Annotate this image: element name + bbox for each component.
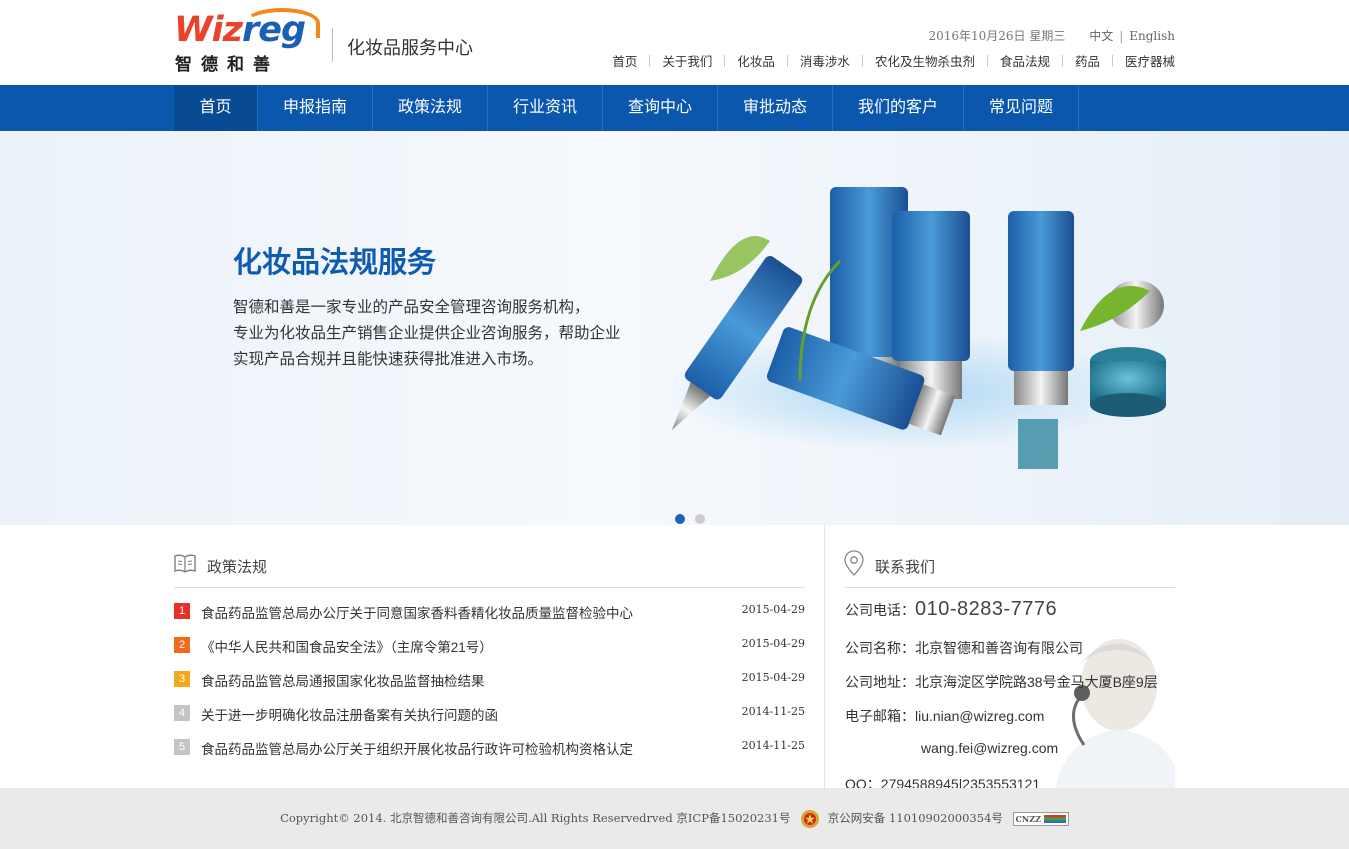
rank-badge: 1 bbox=[174, 603, 190, 619]
rank-badge: 3 bbox=[174, 671, 190, 687]
nav-our-clients[interactable]: 我们的客户 bbox=[833, 85, 964, 131]
banner-line: 实现产品合规并且能快速获得批准进入市场。 bbox=[233, 351, 544, 368]
divider bbox=[1111, 55, 1113, 67]
nav-approval-updates[interactable]: 审批动态 bbox=[718, 85, 833, 131]
cnzz-stats-badge[interactable]: CNZZ bbox=[1012, 812, 1069, 826]
news-title[interactable]: 食品药品监管总局通报国家化妆品监督抽检结果 bbox=[201, 670, 485, 690]
logo-chinese-name: 智德和善 bbox=[175, 55, 279, 74]
police-record-text[interactable]: 京公网安备 11010902000354号 bbox=[828, 811, 1003, 825]
logo-wordmark: Wizreg bbox=[174, 10, 306, 50]
carousel-pager bbox=[675, 511, 715, 525]
news-title[interactable]: 食品药品监管总局办公厅关于组织开展化妆品行政许可检验机构资格认定 bbox=[201, 738, 633, 758]
carousel-dot-1[interactable] bbox=[675, 514, 685, 524]
banner-title: 化妆品法规服务 bbox=[233, 247, 437, 279]
location-pin-icon bbox=[844, 550, 864, 576]
news-title[interactable]: 关于进一步明确化妆品注册备案有关执行问题的函 bbox=[201, 704, 498, 724]
book-icon bbox=[174, 554, 196, 573]
nav-faq[interactable]: 常见问题 bbox=[964, 85, 1079, 131]
rank-badge: 2 bbox=[174, 637, 190, 653]
rank-badge: 5 bbox=[174, 739, 190, 755]
main-nav: 首页 申报指南 政策法规 行业资讯 查询中心 审批动态 我们的客户 常见问题 bbox=[0, 85, 1349, 131]
section-header: 政策法规 bbox=[174, 525, 805, 588]
contact-qq: QQ：2794588945|2353553121 bbox=[845, 776, 1041, 788]
subnav-about[interactable]: 关于我们 bbox=[662, 55, 712, 69]
banner-line: 智德和善是一家专业的产品安全管理咨询服务机构， bbox=[233, 299, 590, 316]
section-title: 政策法规 bbox=[207, 559, 268, 576]
contact-section: 联系我们 公司电话：010-8283-7776 公司名称：北京智德和善咨询有限公… bbox=[844, 525, 1175, 788]
subnav-home[interactable]: 首页 bbox=[612, 55, 637, 69]
divider bbox=[986, 55, 988, 67]
lang-chinese-link[interactable]: 中文 bbox=[1089, 29, 1113, 43]
banner-line: 专业为化妆品生产销售企业提供企业咨询服务，帮助企业 bbox=[233, 325, 621, 342]
subnav-food-regulations[interactable]: 食品法规 bbox=[1000, 55, 1050, 69]
nav-policies[interactable]: 政策法规 bbox=[373, 85, 488, 131]
copyright-text: Copyright© 2014. 北京智德和善咨询有限公司.All Rights… bbox=[280, 811, 791, 825]
subnav-cosmetics[interactable]: 化妆品 bbox=[737, 55, 775, 69]
nav-home[interactable]: 首页 bbox=[174, 85, 258, 131]
header: Wizreg 智德和善 化妆品服务中心 2016年10月26日 星期三 中文 | E… bbox=[0, 0, 1349, 85]
contact-address: 公司地址：北京海淀区学院路38号金马大厦B座9层 bbox=[845, 674, 1158, 690]
contact-email-2[interactable]: wang.fei@wizreg.com bbox=[921, 740, 1058, 756]
news-title[interactable]: 《中华人民共和国食品安全法》（主席令第21号） bbox=[201, 636, 493, 656]
news-date: 2014-11-25 bbox=[741, 739, 805, 752]
current-date: 2016年10月26日 星期三 bbox=[928, 29, 1066, 43]
lang-english-link[interactable]: English bbox=[1129, 29, 1175, 43]
divider bbox=[1061, 55, 1063, 67]
divider bbox=[724, 55, 726, 67]
subnav-drugs[interactable]: 药品 bbox=[1075, 55, 1100, 69]
cosmetics-product-image bbox=[660, 187, 1166, 469]
carousel-dot-2[interactable] bbox=[695, 514, 705, 524]
contact-phone: 公司电话：010-8283-7776 bbox=[845, 598, 1058, 620]
police-badge-icon bbox=[801, 810, 820, 828]
news-title[interactable]: 食品药品监管总局办公厅关于同意国家香料香精化妆品质量监督检验中心 bbox=[201, 602, 633, 622]
news-item[interactable]: 2 《中华人民共和国食品安全法》（主席令第21号） 2015-04-29 bbox=[174, 629, 805, 663]
banner-text: 化妆品法规服务 智德和善是一家专业的产品安全管理咨询服务机构， 专业为化妆品生产… bbox=[233, 239, 621, 373]
email-link[interactable]: liu.nian@wizreg.com bbox=[915, 708, 1044, 724]
news-item[interactable]: 5 食品药品监管总局办公厅关于组织开展化妆品行政许可检验机构资格认定 2014-… bbox=[174, 731, 805, 765]
lang-divider: | bbox=[1119, 29, 1124, 43]
news-item[interactable]: 3 食品药品监管总局通报国家化妆品监督抽检结果 2015-04-29 bbox=[174, 663, 805, 697]
column-divider bbox=[824, 525, 825, 788]
footer: Copyright© 2014. 北京智德和善咨询有限公司.All Rights… bbox=[0, 788, 1349, 849]
policy-news-section: 政策法规 1 食品药品监管总局办公厅关于同意国家香料香精化妆品质量监督检验中心 … bbox=[174, 525, 805, 765]
section-title: 联系我们 bbox=[875, 559, 936, 576]
news-item[interactable]: 4 关于进一步明确化妆品注册备案有关执行问题的函 2014-11-25 bbox=[174, 697, 805, 731]
contact-company: 公司名称：北京智德和善咨询有限公司 bbox=[845, 640, 1083, 656]
content-area: 政策法规 1 食品药品监管总局办公厅关于同意国家香料香精化妆品质量监督检验中心 … bbox=[0, 525, 1349, 788]
news-date: 2014-11-25 bbox=[741, 705, 805, 718]
subnav-medical-devices[interactable]: 医疗器械 bbox=[1125, 55, 1175, 69]
hero-banner[interactable]: 化妆品法规服务 智德和善是一家专业的产品安全管理咨询服务机构， 专业为化妆品生产… bbox=[0, 131, 1349, 525]
nav-industry-news[interactable]: 行业资讯 bbox=[488, 85, 603, 131]
news-date: 2015-04-29 bbox=[741, 603, 805, 616]
subnav-disinfection[interactable]: 消毒涉水 bbox=[800, 55, 850, 69]
wizreg-logo[interactable]: Wizreg 智德和善 bbox=[174, 8, 320, 74]
divider bbox=[649, 55, 651, 67]
nav-filing-guide[interactable]: 申报指南 bbox=[258, 85, 373, 131]
divider bbox=[786, 55, 788, 67]
site-title: 化妆品服务中心 bbox=[347, 38, 473, 58]
rank-badge: 4 bbox=[174, 705, 190, 721]
logo-divider bbox=[332, 28, 333, 62]
secondary-nav: 首页 关于我们 化妆品 消毒涉水 农化及生物杀虫剂 食品法规 药品 医疗器械 bbox=[612, 51, 1175, 70]
divider bbox=[861, 55, 863, 67]
news-list: 1 食品药品监管总局办公厅关于同意国家香料香精化妆品质量监督检验中心 2015-… bbox=[174, 595, 805, 765]
section-header: 联系我们 bbox=[844, 525, 1175, 588]
news-item[interactable]: 1 食品药品监管总局办公厅关于同意国家香料香精化妆品质量监督检验中心 2015-… bbox=[174, 595, 805, 629]
contact-email: 电子邮箱：liu.nian@wizreg.com bbox=[845, 708, 1045, 724]
nav-query-center[interactable]: 查询中心 bbox=[603, 85, 718, 131]
top-utility-bar: 2016年10月26日 星期三 中文 | English bbox=[928, 27, 1175, 44]
subnav-agrochemicals[interactable]: 农化及生物杀虫剂 bbox=[875, 55, 975, 69]
news-date: 2015-04-29 bbox=[741, 637, 805, 650]
news-date: 2015-04-29 bbox=[741, 671, 805, 684]
